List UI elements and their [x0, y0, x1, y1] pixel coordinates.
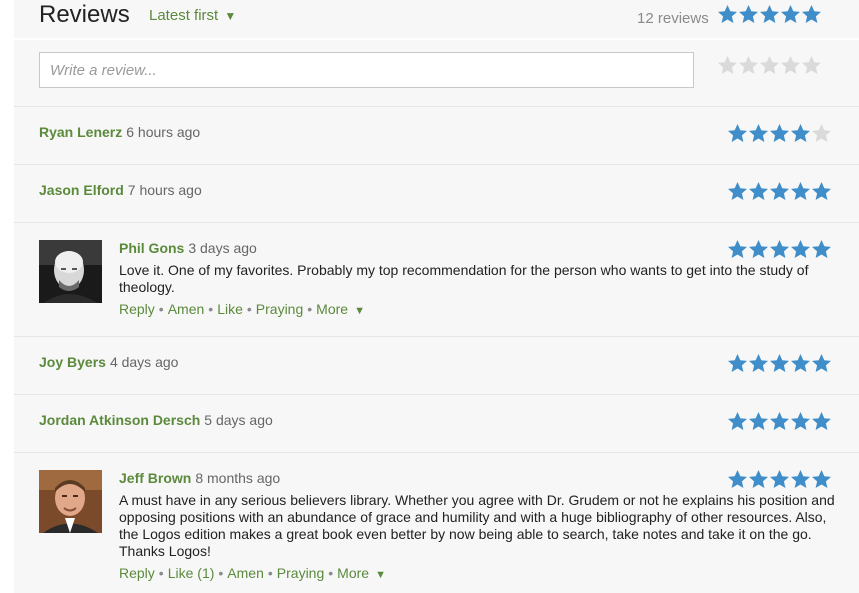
star-icon — [748, 411, 769, 432]
review-actions: Reply • Amen • Like • Praying • More ▼ — [119, 301, 365, 317]
review-item: Ryan Lenerz 6 hours ago — [14, 107, 859, 165]
star-icon[interactable] — [801, 55, 822, 76]
review-rating-stars — [727, 123, 832, 144]
write-review-section — [14, 40, 859, 107]
star-icon — [727, 469, 748, 490]
review-rating-stars — [727, 181, 832, 202]
star-icon — [748, 181, 769, 202]
amen-link[interactable]: Amen — [227, 565, 264, 581]
star-icon — [769, 123, 790, 144]
star-icon — [759, 4, 780, 25]
star-icon — [748, 239, 769, 260]
like-link[interactable]: Like — [217, 301, 243, 317]
review-time: 3 days ago — [188, 240, 257, 256]
sort-label: Latest first — [149, 7, 219, 24]
star-icon — [801, 4, 822, 25]
review-rating-stars — [727, 353, 832, 374]
star-icon — [769, 181, 790, 202]
star-icon — [769, 469, 790, 490]
star-icon — [738, 4, 759, 25]
average-rating-stars — [717, 4, 822, 25]
avatar[interactable] — [39, 240, 102, 303]
star-icon — [811, 353, 832, 374]
review-item: Jordan Atkinson Dersch 5 days ago — [14, 395, 859, 453]
chevron-down-icon[interactable]: ▼ — [354, 305, 365, 317]
star-icon — [790, 469, 811, 490]
rating-picker[interactable] — [717, 55, 822, 76]
star-icon — [727, 411, 748, 432]
star-icon — [727, 123, 748, 144]
star-icon[interactable] — [759, 55, 780, 76]
star-icon — [790, 239, 811, 260]
review-time: 4 days ago — [109, 354, 179, 370]
review-text: A must have in any serious believers lib… — [119, 492, 835, 559]
review-item: Joy Byers 4 days ago — [14, 337, 859, 395]
star-icon — [790, 123, 811, 144]
more-link[interactable]: More — [337, 565, 369, 581]
star-icon — [769, 353, 790, 374]
star-icon — [727, 353, 748, 374]
review-item: Phil Gons 3 days ago Love it. One of my f… — [14, 223, 859, 337]
star-icon — [727, 181, 748, 202]
star-icon[interactable] — [780, 55, 801, 76]
reply-link[interactable]: Reply — [119, 565, 155, 581]
star-icon — [811, 239, 832, 260]
reviews-panel: Reviews Latest first ▼ 12 reviews Ryan L… — [14, 0, 859, 593]
star-icon[interactable] — [717, 55, 738, 76]
star-icon — [811, 181, 832, 202]
reviewer-name[interactable]: Jason Elford — [39, 182, 124, 198]
avatar[interactable] — [39, 470, 102, 533]
star-icon[interactable] — [738, 55, 759, 76]
review-rating-stars — [727, 411, 832, 432]
chevron-down-icon[interactable]: ▼ — [375, 569, 386, 581]
amen-link[interactable]: Amen — [168, 301, 205, 317]
chevron-down-icon: ▼ — [224, 9, 237, 23]
review-time: 6 hours ago — [126, 124, 201, 140]
reviewer-name[interactable]: Ryan Lenerz — [39, 124, 122, 140]
more-link[interactable]: More — [316, 301, 348, 317]
review-rating-stars — [727, 469, 832, 490]
reviewer-name[interactable]: Phil Gons — [119, 240, 184, 256]
star-icon — [790, 181, 811, 202]
star-icon — [769, 411, 790, 432]
star-icon — [790, 411, 811, 432]
star-icon — [748, 123, 769, 144]
reviewer-name[interactable]: Jeff Brown — [119, 470, 191, 486]
star-icon — [727, 239, 748, 260]
review-time: 5 days ago — [204, 412, 273, 428]
star-icon — [790, 353, 811, 374]
star-icon — [717, 4, 738, 25]
review-text: Love it. One of my favorites. Probably m… — [119, 262, 809, 295]
star-icon — [811, 123, 832, 144]
star-icon — [811, 411, 832, 432]
star-icon — [748, 469, 769, 490]
review-item: Jeff Brown 8 months ago A must have in an… — [14, 453, 859, 593]
review-count: 12 reviews — [637, 10, 709, 27]
star-icon — [811, 469, 832, 490]
reply-link[interactable]: Reply — [119, 301, 155, 317]
review-actions: Reply • Like (1) • Amen • Praying • More ▼ — [119, 565, 386, 581]
write-review-input[interactable] — [39, 52, 694, 88]
reviewer-name[interactable]: Jordan Atkinson Dersch — [39, 412, 200, 428]
reviewer-name[interactable]: Joy Byers — [39, 354, 106, 370]
sort-dropdown[interactable]: Latest first ▼ — [149, 7, 236, 24]
praying-link[interactable]: Praying — [256, 301, 303, 317]
review-item: Jason Elford 7 hours ago — [14, 165, 859, 223]
star-icon — [780, 4, 801, 25]
praying-link[interactable]: Praying — [277, 565, 324, 581]
review-rating-stars — [727, 239, 832, 260]
reviews-header: Reviews Latest first ▼ 12 reviews — [14, 0, 859, 40]
reviews-title: Reviews — [39, 1, 130, 28]
star-icon — [748, 353, 769, 374]
review-time: 7 hours ago — [127, 182, 202, 198]
review-time: 8 months ago — [195, 470, 281, 486]
like-link[interactable]: Like (1) — [168, 565, 215, 581]
star-icon — [769, 239, 790, 260]
